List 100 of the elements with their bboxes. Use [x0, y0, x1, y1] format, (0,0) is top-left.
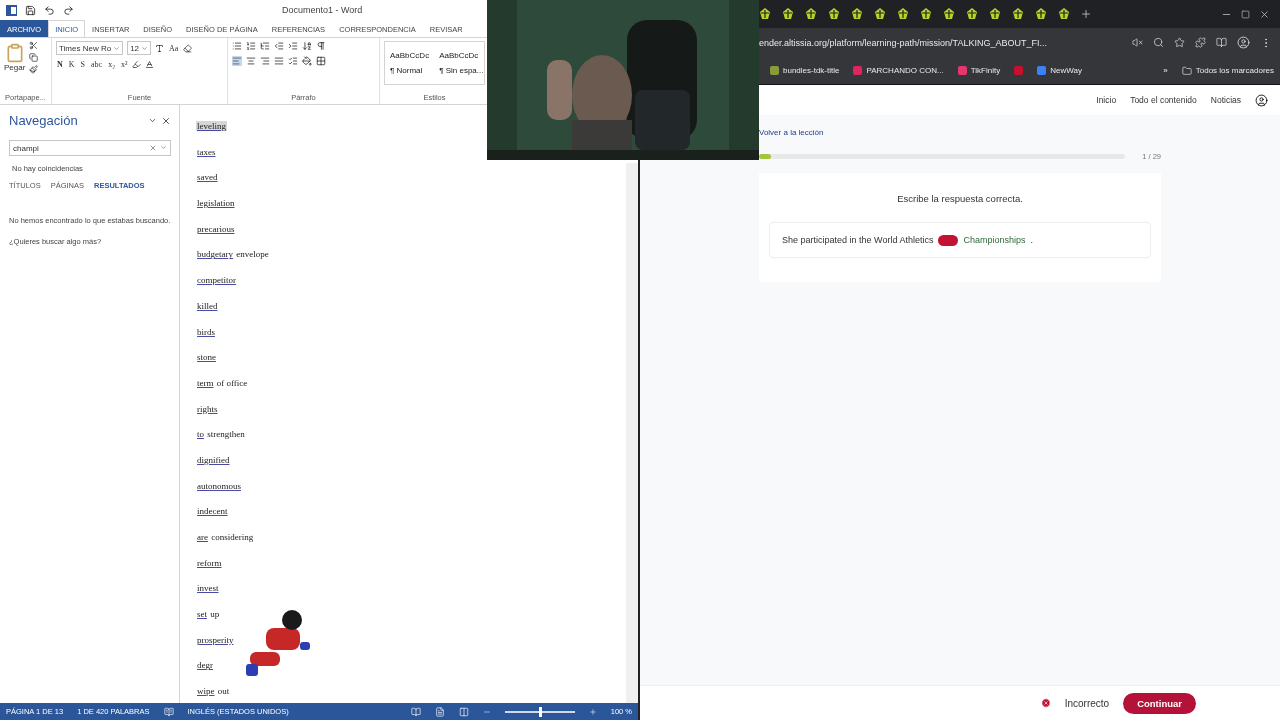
window-title: Documento1 - Word: [282, 5, 363, 15]
back-link[interactable]: Volver a la lección: [759, 128, 1161, 137]
close-icon[interactable]: [161, 115, 171, 126]
undo-icon[interactable]: [44, 4, 55, 16]
tab-favicon-icon[interactable]: [781, 7, 795, 21]
font-size-field[interactable]: 12: [127, 41, 152, 55]
site-nav-link[interactable]: Inicio: [1096, 95, 1117, 105]
continue-button[interactable]: Continuar: [1123, 692, 1196, 714]
search-icon[interactable]: [1153, 37, 1164, 48]
highlighter-icon[interactable]: [132, 60, 142, 69]
word-logo-icon[interactable]: [6, 4, 17, 16]
word-entry: competitor: [196, 274, 237, 288]
paste-button[interactable]: Pegar: [4, 43, 26, 72]
web-layout-icon[interactable]: [458, 706, 469, 717]
scrollbar[interactable]: [626, 163, 638, 703]
tab-favicon-icon[interactable]: [1057, 7, 1071, 21]
tab-favicon-icon[interactable]: [1034, 7, 1048, 21]
sort-icon[interactable]: [302, 41, 312, 51]
tab-favicon-icon[interactable]: [850, 7, 864, 21]
zoom-in-icon[interactable]: [588, 707, 597, 716]
font-name-field[interactable]: Times New Ro: [56, 41, 124, 55]
word-entry: rights: [196, 402, 219, 416]
clear-icon[interactable]: [149, 144, 157, 152]
tab-favicon-icon[interactable]: [758, 7, 772, 21]
borders-icon[interactable]: [316, 56, 326, 66]
multilevel-list-icon[interactable]: [260, 41, 270, 51]
word-entry: invest: [196, 582, 220, 596]
star-icon[interactable]: [1174, 37, 1185, 48]
styles-gallery[interactable]: AaBbCcDc ¶ Normal AaBbCcDc ¶ Sin espa...: [384, 41, 485, 85]
profile-icon[interactable]: [1237, 36, 1250, 49]
more-bookmarks[interactable]: »: [1163, 66, 1168, 75]
scissors-icon[interactable]: [29, 41, 39, 50]
answer-field[interactable]: [938, 234, 959, 246]
result-label: Incorrecto: [1064, 697, 1110, 709]
tab-favicon-icon[interactable]: [896, 7, 910, 21]
font-color-icon[interactable]: [145, 60, 155, 69]
format-button[interactable]: N: [56, 60, 64, 69]
eraser-icon[interactable]: [183, 43, 193, 53]
word-entry: precarious: [196, 222, 236, 236]
tab-favicon-icon[interactable]: [1011, 7, 1025, 21]
case-button[interactable]: Aa: [168, 43, 180, 53]
site-nav-link[interactable]: Noticias: [1210, 95, 1241, 105]
read-mode-icon[interactable]: [410, 706, 421, 717]
word-entry: to strengthen: [196, 428, 246, 442]
format-button[interactable]: abc: [90, 60, 104, 69]
format-button[interactable]: K: [67, 60, 76, 69]
justify-icon[interactable]: [274, 56, 284, 66]
word-entry: set up: [196, 608, 221, 622]
tab-favicon-icon[interactable]: [804, 7, 818, 21]
brush-icon[interactable]: [29, 65, 39, 74]
shading-icon[interactable]: [302, 56, 312, 66]
word-entry: dignified: [196, 453, 231, 467]
zoom-thumb[interactable]: [538, 706, 542, 717]
proofing-icon[interactable]: [163, 706, 174, 717]
align-right-icon[interactable]: [260, 56, 270, 66]
bookmark-label: TikFinity: [970, 66, 1001, 75]
word-entry: saved: [196, 171, 219, 185]
line-spacing-icon[interactable]: [288, 56, 298, 66]
mute-icon[interactable]: [1132, 37, 1143, 48]
tab-favicon-icon[interactable]: [827, 7, 841, 21]
tab-favicon-icon[interactable]: [873, 7, 887, 21]
outdent-icon[interactable]: [274, 41, 284, 51]
extensions-icon[interactable]: [1195, 37, 1206, 48]
pilcrow-icon[interactable]: [316, 41, 326, 51]
site-nav-link[interactable]: Todo el contenido: [1130, 95, 1197, 105]
word-entry: reform: [196, 556, 223, 570]
new-tab-icon[interactable]: [1080, 8, 1092, 20]
instruction: Escribe la respuesta correcta.: [897, 193, 1023, 204]
maximize-icon[interactable]: [1241, 9, 1250, 19]
tab-favicon-icon[interactable]: [942, 7, 956, 21]
align-center-icon[interactable]: [246, 56, 256, 66]
format-button[interactable]: x²: [119, 60, 129, 69]
bullets-icon[interactable]: [232, 41, 242, 51]
format-button[interactable]: S: [79, 60, 86, 69]
print-layout-icon[interactable]: [434, 706, 445, 717]
redo-icon[interactable]: [63, 4, 74, 16]
account-icon[interactable]: [1255, 93, 1268, 107]
word-entry: term of office: [196, 376, 249, 390]
pane-title: Navegación: [9, 113, 78, 128]
tab-favicon-icon[interactable]: [919, 7, 933, 21]
tab-favicon-icon[interactable]: [965, 7, 979, 21]
style-name: ¶ Sin espa...: [439, 66, 484, 75]
reading-list-icon[interactable]: [1216, 37, 1227, 48]
format-button[interactable]: x₂: [107, 60, 116, 69]
close-icon[interactable]: [1259, 8, 1270, 20]
bookmark[interactable]: NewWay: [1037, 66, 1082, 75]
style-preview: AaBbCcDc: [439, 51, 480, 60]
indent-icon[interactable]: [288, 41, 298, 51]
bookmark-label: NewWay: [1050, 66, 1082, 75]
sentence-text: Championships: [963, 235, 1026, 245]
grow-font-icon[interactable]: [155, 43, 165, 53]
numbering-icon[interactable]: [246, 41, 256, 51]
search-field[interactable]: champi: [9, 140, 171, 156]
bookmark[interactable]: TikFinity: [957, 66, 1001, 75]
bookmark[interactable]: bundles-tdk-title: [770, 66, 840, 75]
tab-favicon-icon[interactable]: [988, 7, 1002, 21]
word-entry: birds: [196, 325, 216, 339]
style-preview: AaBbCcDc: [390, 51, 430, 60]
all-bookmarks[interactable]: Todos los marcadores: [1181, 65, 1274, 76]
save-icon[interactable]: [25, 4, 36, 16]
